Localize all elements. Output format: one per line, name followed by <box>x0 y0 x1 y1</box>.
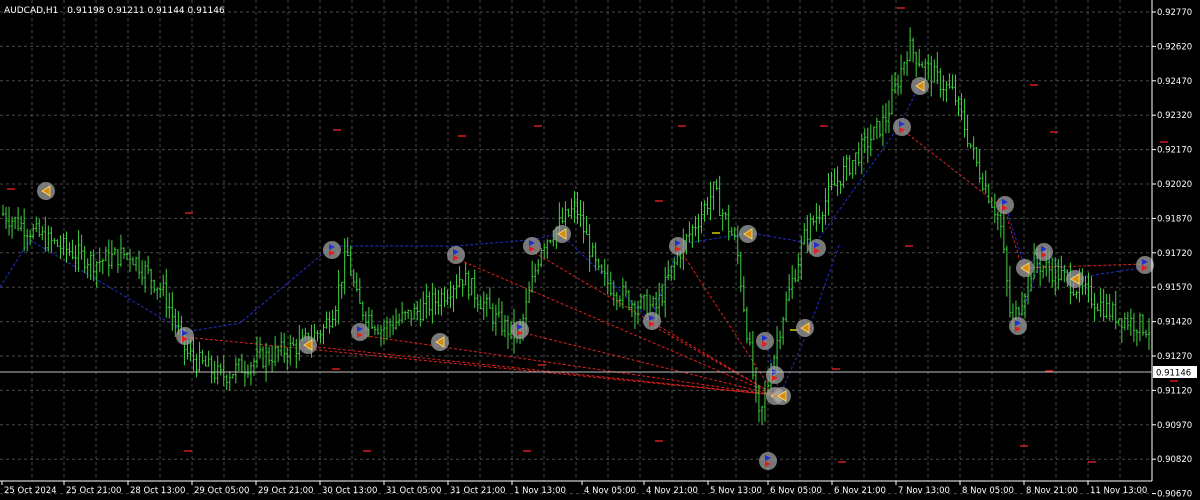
price-tick-label: 0.91720 <box>1157 249 1192 259</box>
marker-ring <box>1136 256 1154 274</box>
time-tick-label: 29 Oct 21:00 <box>258 486 313 496</box>
blue-signal-line <box>531 83 921 321</box>
buy-sell-marker <box>808 239 826 257</box>
time-tick-label: 31 Oct 21:00 <box>450 486 505 496</box>
time-tick-label: 11 Nov 13:00 <box>1090 486 1147 496</box>
entry-arrow-marker <box>431 333 449 351</box>
red-signal-line <box>359 334 776 396</box>
time-tick-label: 8 Nov 21:00 <box>1026 486 1078 496</box>
time-tick-label: 4 Nov 05:00 <box>584 486 636 496</box>
marker-ring <box>523 237 541 255</box>
marker-ring <box>351 323 369 341</box>
marker-ring <box>1009 317 1027 335</box>
symbol-timeframe: AUDCAD,H1 <box>4 6 58 16</box>
marker-ring <box>323 241 341 259</box>
marker-ring <box>766 366 784 384</box>
buy-sell-marker <box>523 237 541 255</box>
entry-arrow-marker <box>299 336 317 354</box>
buy-sell-marker <box>759 452 777 470</box>
time-tick-label: 6 Nov 21:00 <box>834 486 886 496</box>
marker-ring <box>447 246 465 264</box>
buy-sell-marker <box>643 312 661 330</box>
buy-sell-marker <box>766 366 784 384</box>
time-tick-label: 8 Nov 05:00 <box>962 486 1014 496</box>
red-signal-line <box>454 257 776 396</box>
price-tick-label: 0.91570 <box>1157 283 1192 293</box>
time-tick-label: 7 Nov 13:00 <box>898 486 950 496</box>
marker-ring <box>996 196 1014 214</box>
price-tick-label: 0.91120 <box>1157 386 1192 396</box>
time-tick-label: 30 Oct 13:00 <box>322 486 377 496</box>
buy-sell-marker <box>351 323 369 341</box>
buy-sell-marker <box>1136 256 1154 274</box>
price-tick-label: 0.90820 <box>1157 455 1192 465</box>
entry-arrow-marker <box>739 225 757 243</box>
chart-header: AUDCAD,H1 0.91198 0.91211 0.91144 0.9114… <box>4 6 225 16</box>
indicator-lines <box>0 83 1146 397</box>
chart-grid <box>0 0 1152 495</box>
marker-ring <box>643 312 661 330</box>
entry-arrow-marker <box>1066 270 1084 288</box>
buy-sell-marker <box>893 118 911 136</box>
time-tick-label: 4 Nov 21:00 <box>646 486 698 496</box>
marker-ring <box>669 237 687 255</box>
price-tick-label: 0.90670 <box>1157 490 1192 500</box>
entry-arrow-marker <box>553 225 571 243</box>
buy-sell-marker <box>511 321 529 339</box>
time-tick-label: 29 Oct 05:00 <box>194 486 249 496</box>
buy-sell-marker <box>1009 317 1027 335</box>
entry-arrow-marker <box>796 319 814 337</box>
entry-arrow-marker <box>1016 259 1034 277</box>
buy-sell-marker <box>756 332 774 350</box>
red-signal-line <box>899 127 1146 269</box>
time-tick-label: 28 Oct 13:00 <box>130 486 185 496</box>
time-tick-label: 25 Oct 21:00 <box>66 486 121 496</box>
level-dashes <box>7 7 1178 463</box>
price-tick-label: 0.90970 <box>1157 421 1192 431</box>
time-tick-label: 25 Oct 2024 <box>4 486 57 496</box>
current-price-label: 0.91146 <box>1156 369 1191 379</box>
ohlc-values: 0.91198 0.91211 0.91144 0.91146 <box>67 6 225 16</box>
signal-markers <box>37 77 1154 470</box>
price-chart[interactable]: 0.91146 AUDCAD,H1 0.91198 0.91211 0.9114… <box>0 0 1200 500</box>
marker-ring <box>893 118 911 136</box>
price-tick-label: 0.92320 <box>1157 111 1192 121</box>
price-tick-label: 0.91870 <box>1157 214 1192 224</box>
red-signal-line <box>679 249 776 396</box>
price-tick-label: 0.91420 <box>1157 318 1192 328</box>
buy-sell-marker <box>669 237 687 255</box>
marker-ring <box>511 321 529 339</box>
price-tick-label: 0.92170 <box>1157 146 1192 156</box>
time-tick-label: 6 Nov 05:00 <box>770 486 822 496</box>
entry-arrow-marker <box>773 387 791 405</box>
marker-ring <box>1035 243 1053 261</box>
buy-sell-marker <box>323 241 341 259</box>
price-tick-label: 0.91270 <box>1157 352 1192 362</box>
price-tick-label: 0.92470 <box>1157 77 1192 87</box>
marker-ring <box>808 239 826 257</box>
axes: 0.91146 AUDCAD,H1 0.91198 0.91211 0.9114… <box>0 0 1197 500</box>
marker-ring <box>176 327 194 345</box>
marker-ring <box>759 452 777 470</box>
buy-sell-marker <box>447 246 465 264</box>
entry-arrow-marker <box>37 182 55 200</box>
price-tick-label: 0.92770 <box>1157 8 1192 18</box>
buy-sell-marker <box>176 327 194 345</box>
buy-sell-marker <box>1035 243 1053 261</box>
time-tick-label: 5 Nov 13:00 <box>710 486 762 496</box>
marker-ring <box>756 332 774 350</box>
time-tick-label: 1 Nov 13:00 <box>514 486 566 496</box>
entry-arrow-marker <box>911 77 929 95</box>
time-tick-label: 31 Oct 05:00 <box>386 486 441 496</box>
price-tick-label: 0.92020 <box>1157 180 1192 190</box>
price-tick-label: 0.92620 <box>1157 42 1192 52</box>
buy-sell-marker <box>996 196 1014 214</box>
